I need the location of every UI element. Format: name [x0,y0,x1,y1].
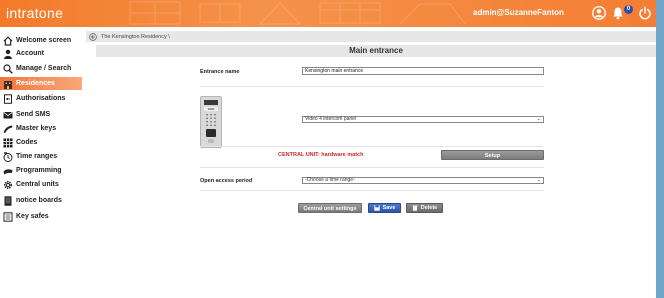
user-account-link[interactable]: admin@SuzanneFanton [473,8,564,17]
sidebar-item-label: Codes [16,139,38,146]
divider [200,190,544,191]
sidebar-item-central-units[interactable]: Central units [0,178,82,191]
app-logo[interactable]: intratone [6,5,63,21]
sidebar-item-label: notice boards [16,197,62,204]
sidebar-item-manage-search[interactable]: Manage / Search [0,62,82,75]
device-type-select[interactable]: Video 4 intercom panel ⌄ [302,116,544,123]
breadcrumb-link-residency[interactable]: The Kensington Residency \ [101,34,170,40]
notification-badge: 0 [624,5,633,14]
time-range-select-value: -Choose a time range- [305,177,355,183]
page-title: Main entrance [96,45,656,57]
sidebar-item-programming[interactable]: Programming [0,164,82,177]
sidebar: Welcome screen Account Manage / Search R… [0,27,82,298]
top-header: intratone admin@SuzanneFanton 0 [0,0,656,27]
central-unit-settings-button[interactable]: Central unit settings [298,203,362,213]
divider [200,146,544,147]
save-button[interactable]: Save [368,203,401,213]
save-icon [373,205,380,211]
entrance-name-input[interactable] [302,67,544,75]
sidebar-item-label: Account [16,50,44,57]
back-arrow-icon[interactable] [89,32,97,41]
sidebar-item-label: Key safes [16,213,49,220]
sidebar-item-master-keys[interactable]: Master keys [0,122,82,135]
sidebar-item-label: Programming [16,167,62,174]
home-icon [3,35,13,46]
sidebar-item-label: Send SMS [16,111,51,118]
bell-icon[interactable] [611,6,625,20]
sidebar-item-send-sms[interactable]: Send SMS [0,108,82,121]
save-button-label: Save [382,205,396,211]
sidebar-item-label: Welcome screen [16,37,72,44]
sidebar-item-label: Time ranges [16,153,58,160]
search-icon [3,63,13,74]
chevron-down-icon: ⌄ [536,116,541,122]
sidebar-item-notice-boards[interactable]: notice boards [0,194,82,207]
central-unit-warning: CENTRAL UNIT: hardware match [278,152,364,158]
sidebar-item-label: Central units [16,181,59,188]
sidebar-item-welcome-screen[interactable]: Welcome screen [0,34,82,47]
panel-bell-button [208,139,214,143]
key-icon [3,125,13,133]
sidebar-item-account[interactable]: Account [0,47,82,60]
building-icon [4,80,12,89]
panel-screen [204,100,218,105]
time-range-select[interactable]: -Choose a time range- ⌄ [302,177,544,184]
keypad-icon [3,138,13,147]
safe-icon [3,211,13,222]
sidebar-item-label: Residences [16,80,55,87]
user-icon [4,49,12,59]
header-decoration [129,1,466,25]
board-icon [4,195,12,206]
intercom-panel-image: 2000 [200,96,222,148]
power-icon[interactable] [638,6,652,20]
divider [200,86,544,87]
sidebar-item-authorisations[interactable]: Authorisations [0,92,82,105]
chevron-down-icon: ⌄ [536,177,541,183]
sidebar-item-time-ranges[interactable]: Time ranges [0,150,82,163]
sidebar-item-label: Manage / Search [16,65,72,72]
setup-button[interactable]: Setup [441,150,544,160]
sidebar-item-label: Master keys [16,125,57,132]
panel-camera [206,129,216,137]
sidebar-item-codes[interactable]: Codes [0,136,82,149]
app-window: intratone admin@SuzanneFanton 0 Welcome … [0,0,656,298]
user-circle-icon[interactable] [592,6,606,20]
door-key-icon [4,93,12,104]
divider [200,167,544,168]
clock-icon [3,151,13,162]
delete-button[interactable]: Delete [406,203,443,213]
entrance-name-label: Entrance name [200,69,240,75]
gear-icon [3,180,13,189]
breadcrumb: The Kensington Residency \ [86,31,656,42]
trash-icon [412,205,418,211]
sidebar-item-label: Authorisations [16,95,66,102]
delete-button-label: Delete [420,205,438,211]
panel-keypad [205,113,217,127]
open-access-period-label: Open access period [200,178,253,184]
envelope-icon [3,111,13,118]
device-type-select-value: Video 4 intercom panel [305,116,357,122]
sidebar-item-residences[interactable]: Residences [0,77,82,90]
sidebar-item-key-safes[interactable]: Key safes [0,210,82,223]
panel-label: 2000 [204,107,218,111]
programming-icon [3,168,13,174]
